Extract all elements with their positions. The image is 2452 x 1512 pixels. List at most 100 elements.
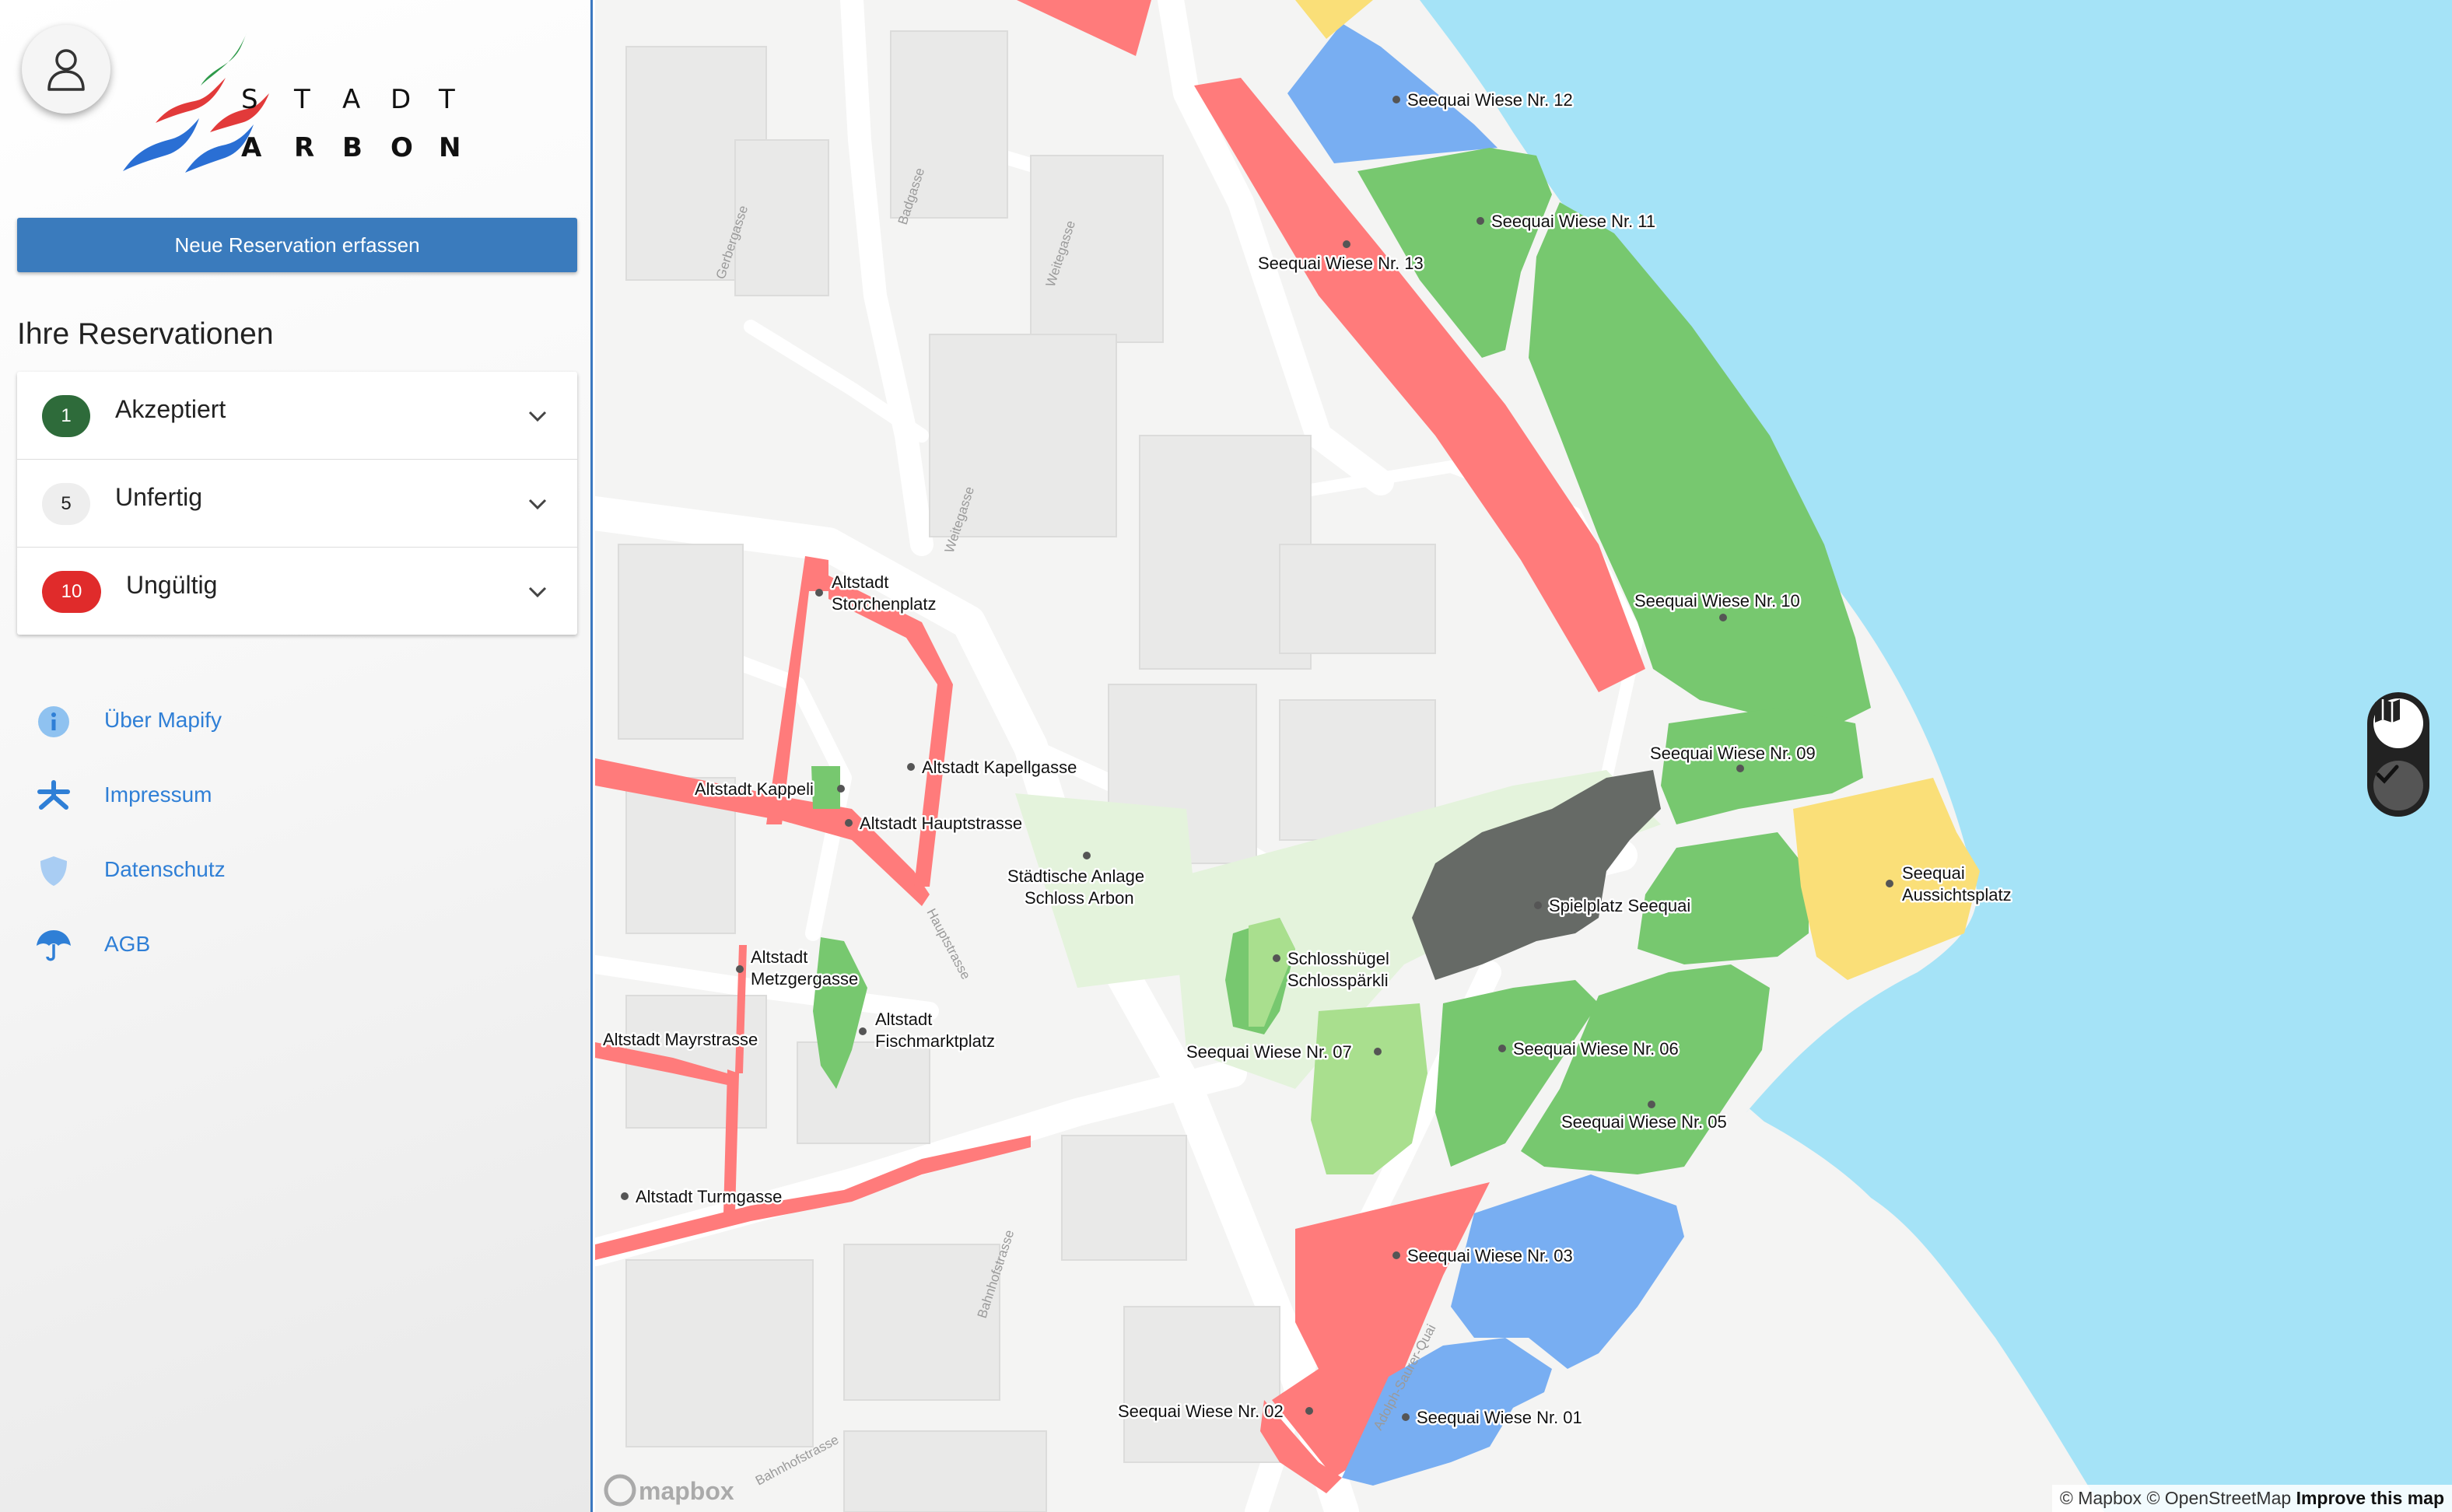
zone-marker [1736,765,1744,772]
pin-check-icon [2376,765,2399,784]
zone-label: Seequai Wiese Nr. 06 [1513,1039,1679,1059]
zone-label: Fischmarktplatz [875,1031,995,1051]
zone-label: Metzgergasse [751,969,858,989]
link-label: Über Mapify [104,708,222,732]
zone-label: Storchenplatz [832,594,937,614]
zone-marker [1392,96,1400,103]
map-layers-button[interactable] [2373,698,2423,748]
zone-label: Seequai Wiese Nr. 09 [1650,744,1816,763]
zone-label: Seequai Wiese Nr. 10 [1634,591,1800,611]
map-attribution: © Mapbox © OpenStreetMap Improve this ma… [2051,1485,2452,1512]
zone-marker [859,1027,867,1035]
zone-marker [837,785,845,793]
new-reservation-button[interactable]: Neue Reservation erfassen [17,218,577,272]
user-account-button[interactable] [22,25,110,114]
zone-label: Altstadt Kapellgasse [922,758,1077,777]
zone-label: Seequai Wiese Nr. 05 [1561,1112,1727,1132]
agb-link[interactable]: AGB [34,908,501,983]
zone-label: Altstadt [875,1010,932,1029]
map-selection-button[interactable] [2373,761,2423,810]
logo-letter: A [241,132,262,163]
reservations-accordion: 1 Akzeptiert 5 Unfertig 10 Ungültig [17,372,577,635]
link-label: Datenschutz [104,857,226,881]
improve-map-link[interactable]: Improve this map [2296,1488,2444,1508]
zone-marker [1476,217,1484,225]
sidebar: S T A D T A R B O N Neue Reservation erf… [0,0,593,1512]
reservation-group-label: Akzeptiert [115,395,226,423]
zone-label: Seequai Wiese Nr. 11 [1491,212,1655,231]
reservation-group-label: Ungültig [126,571,218,599]
zone-label: Altstadt Turmgasse [636,1187,782,1206]
zone-marker [736,965,744,973]
zone-label: Seequai Wiese Nr. 07 [1186,1042,1352,1062]
street-label: Hauptstrasse [923,906,973,982]
link-label: Impressum [104,782,212,807]
reservation-group-accepted[interactable]: 1 Akzeptiert [17,372,577,460]
zone-label: Aussichtsplatz [1902,885,2012,905]
zone-marker [1273,954,1280,962]
zone-label: Seequai Wiese Nr. 02 [1118,1402,1284,1421]
chevron-down-icon [528,586,547,598]
logo-waves-icon [123,31,269,173]
zone-marker [1083,852,1091,859]
zone-label: Seequai Wiese Nr. 12 [1407,90,1573,110]
zone-label: Altstadt Hauptstrasse [860,814,1022,833]
chevron-down-icon [528,499,547,510]
zone-label: Schloss Arbon [1025,888,1134,908]
link-label: AGB [104,932,151,956]
logo-letter: S [241,84,258,115]
logo-letter: B [342,132,363,163]
mapbox-attribution-link[interactable]: © Mapbox [2060,1488,2142,1508]
zone-marker [1402,1413,1410,1421]
zone-label: Schlosshügel [1287,949,1389,968]
logo-letter: T [439,84,455,115]
mapbox-wordmark: mapbox [639,1477,734,1505]
info-icon [34,705,73,739]
status-badge: 5 [42,483,90,525]
chevron-down-icon [528,411,547,422]
map-icon [2375,699,2400,723]
zone-marker [845,819,853,827]
zone-label: Städtische Anlage [1007,866,1144,886]
logo-letter: A [342,84,361,115]
logo-letter: T [294,84,310,115]
zone-marker [1648,1101,1655,1108]
zone-label: Altstadt [751,947,807,967]
status-badge: 1 [42,395,90,437]
zone-marker [1374,1048,1382,1055]
reservation-group-invalid[interactable]: 10 Ungültig [17,548,577,635]
asterisk-icon [34,779,73,814]
reservation-group-label: Unfertig [115,483,203,511]
zone-label: Seequai Wiese Nr. 03 [1407,1246,1573,1265]
zone-marker [1534,901,1542,909]
user-icon [47,49,85,91]
map-canvas[interactable]: Gerbergasse Badgasse Weitegasse Weitegas… [595,0,2452,1512]
logo-letter: D [391,84,412,115]
stadt-arbon-logo: S T A D T A R B O N [117,23,475,179]
zone-label: Altstadt [832,572,888,592]
logo-letter: N [439,132,461,163]
zone-marker [1305,1407,1313,1415]
logo-letter: R [294,132,315,163]
map-layer-controls [2367,692,2429,817]
zone-label: Schlosspärkli [1287,971,1389,990]
map-view[interactable]: Gerbergasse Badgasse Weitegasse Weitegas… [595,0,2452,1512]
mapbox-logo-icon [604,1474,636,1507]
zone-marker [621,1192,629,1200]
zone-marker [907,763,915,771]
reservation-group-incomplete[interactable]: 5 Unfertig [17,460,577,548]
zone-marker [1886,880,1893,887]
footer-links: Über Mapify Impressum Datenschutz AGB [34,684,501,983]
zone-marker [1343,240,1350,248]
impressum-link[interactable]: Impressum [34,759,501,834]
datenschutz-link[interactable]: Datenschutz [34,834,501,908]
zone-label: Spielplatz Seequai [1549,896,1690,915]
zone-marker [815,589,823,597]
zone-marker [1719,614,1727,621]
shield-icon [34,854,73,888]
zone-marker [1392,1251,1400,1259]
osm-attribution-link[interactable]: © OpenStreetMap [2146,1488,2291,1508]
zone-label: Altstadt Mayrstrasse [603,1030,758,1049]
about-mapify-link[interactable]: Über Mapify [34,684,501,759]
zone-marker [1498,1045,1506,1052]
